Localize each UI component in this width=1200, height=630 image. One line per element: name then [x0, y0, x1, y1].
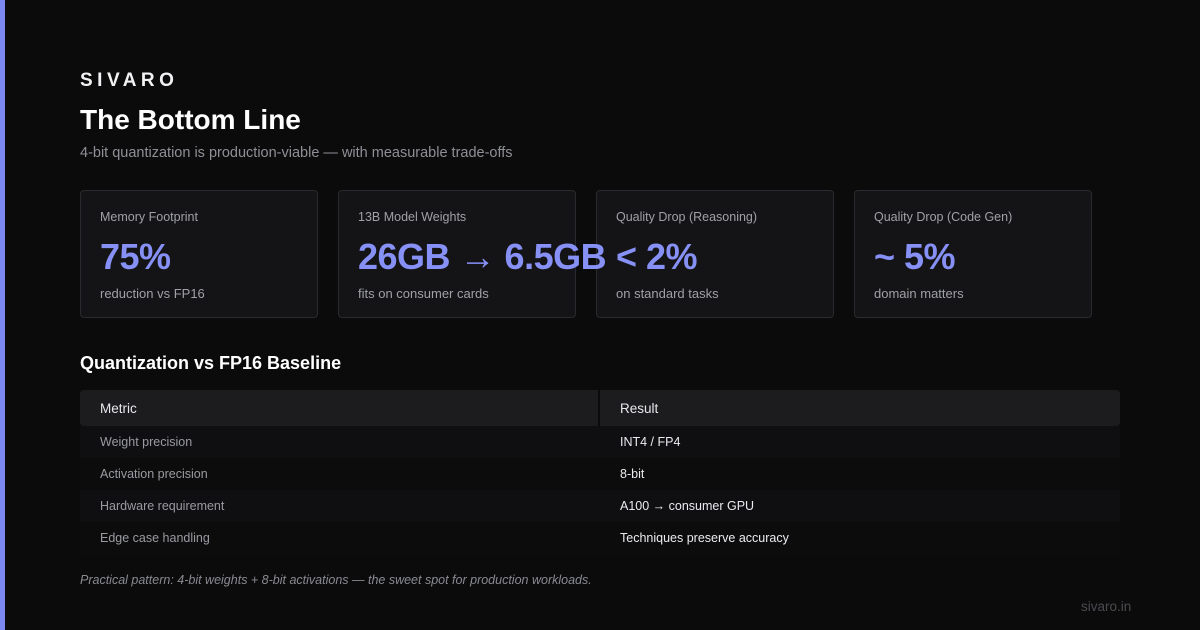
stat-card-label: Memory Footprint [100, 210, 198, 224]
stat-card-value: 75% [100, 236, 171, 277]
stat-card-note: fits on consumer cards [358, 286, 489, 301]
stat-card-value: ~ 5% [874, 236, 956, 277]
stat-card-label: 13B Model Weights [358, 210, 467, 224]
stat-card-note: reduction vs FP16 [100, 286, 205, 301]
metric-cell: Hardware requirement [100, 499, 225, 513]
stat-card-value: < 2% [616, 236, 698, 277]
footnote: Practical pattern: 4-bit weights + 8-bit… [80, 573, 592, 587]
metric-cell: Activation precision [100, 467, 208, 481]
metric-cell: Edge case handling [100, 531, 210, 545]
brand-logo: SIVARO [80, 70, 179, 91]
accent-bar [0, 0, 5, 630]
stat-card-label: Quality Drop (Reasoning) [616, 210, 758, 224]
result-cell: Techniques preserve accuracy [620, 531, 789, 545]
stat-card-codegen: Quality Drop (Code Gen) ~ 5% domain matt… [854, 190, 1092, 318]
result-cell: 8-bit [620, 467, 645, 481]
stat-card-note: on standard tasks [616, 286, 719, 301]
table-row: Activation precision 8-bit [80, 458, 1120, 490]
column-header-result: Result [600, 390, 1120, 426]
comparison-table: Metric Result Weight precision INT4 / FP… [80, 390, 1120, 554]
table-header: Metric Result [80, 390, 1120, 426]
result-cell: A100 → consumer GPU [620, 499, 755, 513]
stat-card-memory: Memory Footprint 75% reduction vs FP16 [80, 190, 318, 318]
stat-card-note: domain matters [874, 286, 964, 301]
stat-card-weights: 13B Model Weights 26GB → 6.5GB fits on c… [338, 190, 607, 318]
table-row: Hardware requirement A100 → consumer GPU [80, 490, 1120, 522]
column-header-metric: Metric [80, 390, 598, 426]
stat-cards: Memory Footprint 75% reduction vs FP16 1… [80, 190, 1092, 318]
result-cell: INT4 / FP4 [620, 435, 681, 449]
stat-card-reasoning: Quality Drop (Reasoning) < 2% on standar… [596, 190, 834, 318]
table-title: Quantization vs FP16 Baseline [80, 353, 342, 373]
table-row: Weight precision INT4 / FP4 [80, 426, 1120, 458]
table-row: Edge case handling Techniques preserve a… [80, 522, 1120, 554]
site-url: sivaro.in [1081, 599, 1132, 614]
page-subtitle: 4-bit quantization is production-viable … [80, 145, 513, 161]
page-title: The Bottom Line [80, 104, 301, 135]
stat-card-value: 26GB → 6.5GB [358, 236, 607, 277]
metric-cell: Weight precision [100, 435, 193, 449]
stat-card-label: Quality Drop (Code Gen) [874, 210, 1013, 224]
